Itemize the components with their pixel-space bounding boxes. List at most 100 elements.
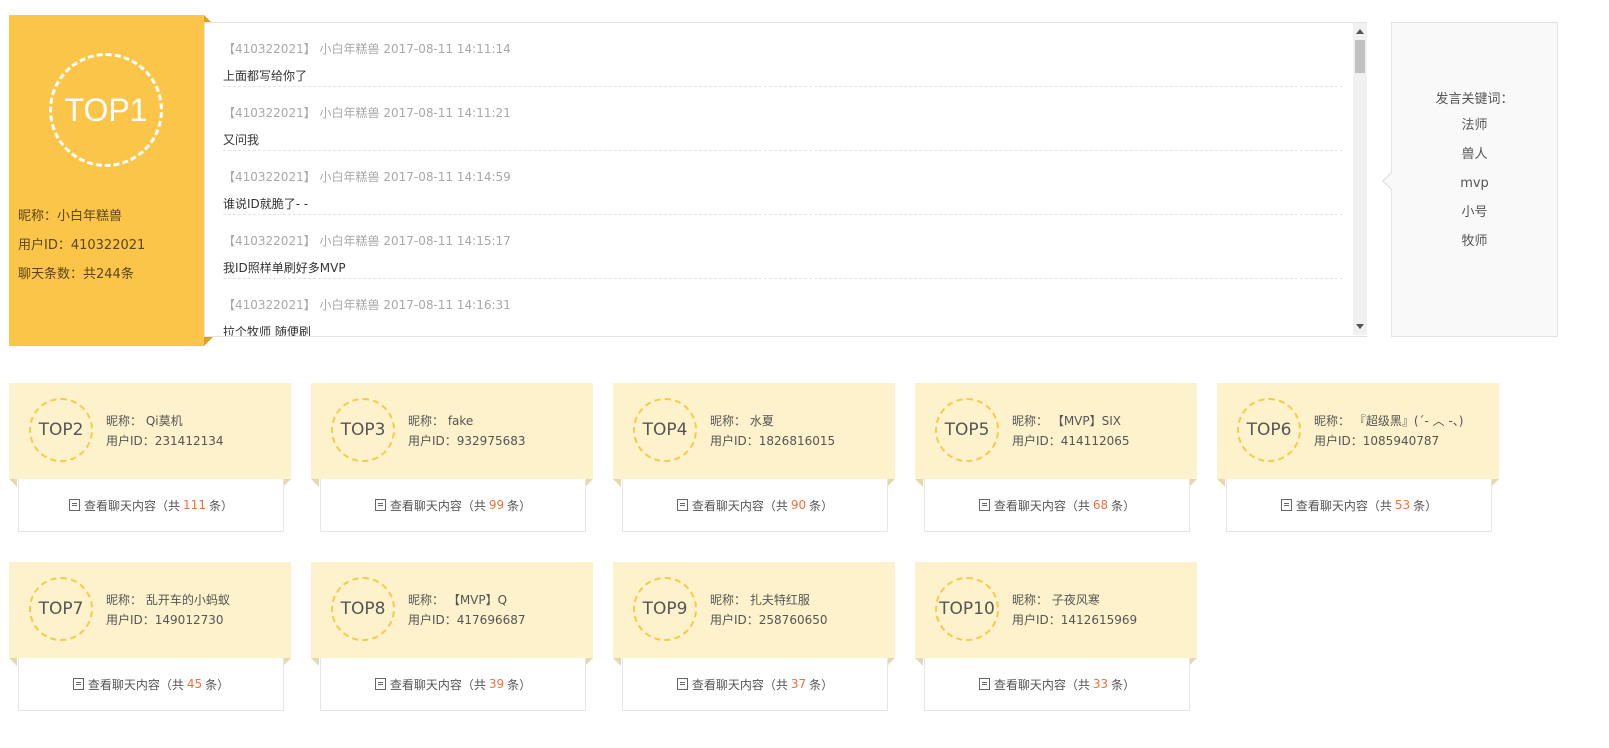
fold-corner [204,337,213,346]
view-chat-button[interactable]: 查看聊天内容（共 33 条） [924,658,1190,711]
fold-corner [1491,479,1499,487]
view-chat-button[interactable]: 查看聊天内容（共 53 条） [1226,479,1492,532]
rank-card: TOP9 昵称： 扎夫特红服 用户ID：258760650 查看聊天内容（共 37… [613,562,895,711]
keyword-item: mvp [1460,176,1489,191]
top1-rank-badge: TOP1 [49,53,163,167]
pointer-arrow [1384,173,1392,189]
message-text: 又问我 [223,133,260,147]
card-uid: 用户ID：417696687 [408,613,526,627]
rank-badge: TOP8 [331,577,395,641]
rank-card: TOP7 昵称： 乱开车的小蚂蚁 用户ID：149012730 查看聊天内容（共… [9,562,291,711]
chat-count: 39 [488,677,505,691]
chat-message: 【410322021】 小白年糕兽 2017-08-11 14:16:31 拉个… [223,279,1343,336]
keyword-item: 小号 [1461,205,1488,220]
chat-message: 【410322021】 小白年糕兽 2017-08-11 14:15:17 我I… [223,215,1343,279]
view-label: 查看聊天内容（共 [691,498,788,513]
view-suffix: 条） [507,677,532,692]
card-uid: 用户ID：231412134 [106,434,224,448]
fold-corner [915,479,923,487]
document-list-icon [72,678,84,690]
chat-count: 90 [790,498,807,512]
rank-card: TOP10 昵称： 子夜风寒 用户ID：1412615969 查看聊天内容（共 3… [915,562,1197,711]
card-nick: 昵称： 乱开车的小蚂蚁 [106,593,230,607]
fold-corner [915,658,923,666]
card-uid: 用户ID：1085940787 [1314,434,1440,448]
rank-card: TOP2 昵称： Qi莫机 用户ID：231412134 查看聊天内容（共 111… [9,383,291,532]
document-list-icon [374,499,386,511]
fold-corner [283,658,291,666]
rank-card: TOP4 昵称： 水夏 用户ID：1826816015 查看聊天内容（共 90 条） [613,383,895,532]
keyword-list: 法师 兽人 mvp 小号 牧师 [1392,117,1557,262]
view-label: 查看聊天内容（共 [87,677,184,692]
chat-log[interactable]: 【410322021】 小白年糕兽 2017-08-11 14:11:14 上面… [204,22,1367,337]
document-list-icon [978,499,990,511]
fold-corner [1217,479,1225,487]
chat-message: 【410322021】 小白年糕兽 2017-08-11 14:11:21 又问… [223,87,1343,151]
document-list-icon [374,678,386,690]
view-suffix: 条） [507,498,532,513]
card-nick: 昵称： 『超级黑』(´- ︿ -、) [1314,414,1464,428]
card-nick: 昵称： 子夜风寒 [1012,593,1100,607]
fold-corner [311,658,319,666]
fold-corner [613,658,621,666]
chat-count: 68 [1092,498,1109,512]
message-text: 谁说ID就脆了- - [223,197,309,211]
keyword-title: 发言关键词： [1435,92,1514,107]
view-label: 查看聊天内容（共 [1295,498,1392,513]
rank-card: TOP8 昵称： 【MVP】Q 用户ID：417696687 查看聊天内容（共 3… [311,562,593,711]
document-list-icon [69,499,81,511]
top1-nick: 昵称：小白年糕兽 [18,209,123,224]
view-chat-button[interactable]: 查看聊天内容（共 111 条） [18,479,284,532]
card-nick: 昵称： 【MVP】SIX [1012,414,1121,428]
view-label: 查看聊天内容（共 [691,677,788,692]
card-nick: 昵称： 【MVP】Q [408,593,508,607]
message-meta: 【410322021】 小白年糕兽 2017-08-11 14:11:21 [223,106,511,120]
view-suffix: 条） [205,677,230,692]
view-chat-button[interactable]: 查看聊天内容（共 39 条） [320,658,586,711]
view-chat-button[interactable]: 查看聊天内容（共 99 条） [320,479,586,532]
rank-badge: TOP4 [633,398,697,462]
card-uid: 用户ID：414112065 [1012,434,1130,448]
scroll-thumb[interactable] [1355,40,1365,73]
fold-corner [613,479,621,487]
document-list-icon [676,499,688,511]
scroll-up-icon[interactable] [1356,29,1364,34]
fold-corner [585,479,593,487]
rank-badge: TOP10 [935,577,999,641]
top1-info: 昵称：小白年糕兽 用户ID：410322021 聊天条数：共244条 [18,202,145,289]
rank-card: TOP5 昵称： 【MVP】SIX 用户ID：414112065 查看聊天内容（… [915,383,1197,532]
message-meta: 【410322021】 小白年糕兽 2017-08-11 14:14:59 [223,170,511,184]
fold-corner [311,479,319,487]
chat-message: 【410322021】 小白年糕兽 2017-08-11 14:14:59 谁说… [223,151,1343,215]
card-nick: 昵称： 水夏 [710,414,774,428]
card-nick: 昵称： 扎夫特红服 [710,593,810,607]
document-list-icon [978,678,990,690]
card-uid: 用户ID：1412615969 [1012,613,1138,627]
view-label: 查看聊天内容（共 [84,498,181,513]
view-suffix: 条） [809,677,834,692]
fold-corner [1189,658,1197,666]
top1-uid: 用户ID：410322021 [18,238,146,253]
message-meta: 【410322021】 小白年糕兽 2017-08-11 14:16:31 [223,298,511,312]
message-text: 上面都写给你了 [223,69,308,83]
keyword-item: 牧师 [1461,234,1488,249]
keyword-panel: 发言关键词： 法师 兽人 mvp 小号 牧师 [1382,22,1558,337]
keyword-item: 法师 [1461,118,1488,133]
view-chat-button[interactable]: 查看聊天内容（共 45 条） [18,658,284,711]
chat-count: 37 [790,677,807,691]
fold-corner [9,658,17,666]
scroll-down-icon[interactable] [1356,324,1364,329]
view-label: 查看聊天内容（共 [993,677,1090,692]
top1-count: 聊天条数：共244条 [18,267,134,282]
chat-count: 33 [1092,677,1109,691]
chat-scrollbar[interactable] [1353,23,1367,335]
message-text: 我ID照样单刷好多MVP [223,261,346,275]
view-chat-button[interactable]: 查看聊天内容（共 37 条） [622,658,888,711]
document-list-icon [676,678,688,690]
view-chat-button[interactable]: 查看聊天内容（共 90 条） [622,479,888,532]
view-label: 查看聊天内容（共 [993,498,1090,513]
fold-corner [887,658,895,666]
chat-message: 【410322021】 小白年糕兽 2017-08-11 14:11:14 上面… [223,23,1343,87]
rank-badge: TOP6 [1237,398,1301,462]
view-chat-button[interactable]: 查看聊天内容（共 68 条） [924,479,1190,532]
